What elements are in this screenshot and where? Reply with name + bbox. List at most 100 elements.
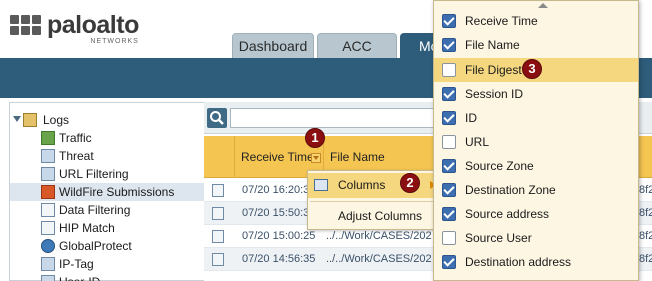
- column-option-file-name[interactable]: File Name: [434, 33, 638, 57]
- log-detail-icon[interactable]: [212, 184, 224, 197]
- column-option-label: Receive Time: [465, 14, 538, 28]
- column-option-label: Destination address: [465, 255, 572, 269]
- log-tree-panel: Logs Traffic Threat URL Filtering WildFi…: [9, 102, 205, 281]
- tree-item-data-filtering[interactable]: Data Filtering: [10, 201, 205, 219]
- cell-peek: 8f2: [639, 207, 652, 219]
- cell-receive-time: 07/20 16:20:3: [242, 184, 310, 196]
- columns-submenu: Receive Time File Name File Digest Session …: [433, 0, 639, 281]
- checkbox[interactable]: [442, 159, 456, 173]
- globe-icon: [41, 239, 55, 253]
- checkbox[interactable]: [442, 111, 456, 125]
- tree-item-label: Traffic: [59, 131, 92, 145]
- logs-folder-icon: [23, 113, 37, 127]
- tree-item-label: URL Filtering: [59, 167, 129, 181]
- tree-item-url-filtering[interactable]: URL Filtering: [10, 165, 205, 183]
- tree-item-wildfire-submissions[interactable]: WildFire Submissions: [10, 183, 205, 201]
- brand-name: paloalto: [47, 11, 139, 39]
- column-option-id[interactable]: ID: [434, 106, 638, 130]
- tree-item-label: WildFire Submissions: [59, 185, 175, 199]
- column-option-session-id[interactable]: Session ID: [434, 82, 638, 106]
- cell-file-name: ../../Work/CASES/202: [326, 253, 432, 265]
- tree-item-label: Logs: [43, 113, 70, 127]
- column-option-label: Session ID: [465, 87, 524, 101]
- column-option-source-user[interactable]: Source User: [434, 226, 638, 250]
- threat-icon: [41, 149, 55, 163]
- checkbox[interactable]: [442, 38, 456, 52]
- tag-icon: [41, 257, 55, 271]
- column-option-source-address[interactable]: Source address: [434, 202, 638, 226]
- tree-item-threat[interactable]: Threat: [10, 147, 205, 165]
- log-detail-icon[interactable]: [212, 230, 224, 243]
- firewall-web-ui: paloalto NETWORKS Dashboard ACC Mo Logs …: [0, 0, 652, 281]
- column-option-label: Source Zone: [465, 159, 534, 173]
- tree-item-user-id[interactable]: User-ID: [10, 273, 205, 281]
- checkbox[interactable]: [442, 135, 456, 149]
- callout-badge-2: 2: [400, 173, 420, 193]
- column-option-destination-zone[interactable]: Destination Zone: [434, 178, 638, 202]
- cell-receive-time: 07/20 14:56:35: [242, 253, 316, 265]
- cell-peek: 8f2: [639, 253, 652, 265]
- tree-item-label: HIP Match: [59, 221, 115, 235]
- cell-receive-time: 07/20 15:00:25: [242, 230, 316, 242]
- url-filter-icon: [41, 167, 55, 181]
- expand-arrow-icon[interactable]: [13, 116, 21, 122]
- tree-item-label: GlobalProtect: [59, 239, 132, 253]
- column-option-label: ID: [465, 111, 477, 125]
- column-divider: [234, 136, 235, 178]
- brand-subtitle: NETWORKS: [90, 38, 139, 45]
- brand-logo: paloalto NETWORKS: [10, 13, 139, 45]
- scroll-up-arrow-icon[interactable]: [538, 3, 548, 8]
- tree-item-hip-match[interactable]: HIP Match: [10, 219, 205, 237]
- checkbox[interactable]: [442, 63, 456, 77]
- column-option-label: Source address: [465, 207, 550, 221]
- column-menu-arrow-icon[interactable]: [311, 153, 321, 163]
- tree-item-label: User-ID: [59, 273, 100, 281]
- checkbox[interactable]: [442, 255, 456, 269]
- tree-item-label: IP-Tag: [59, 257, 94, 271]
- column-option-url[interactable]: URL: [434, 130, 638, 154]
- callout-badge-3: 3: [522, 59, 542, 79]
- data-filter-icon: [41, 203, 55, 217]
- menu-divider: [310, 201, 437, 202]
- column-option-source-zone[interactable]: Source Zone: [434, 154, 638, 178]
- cell-receive-time: 07/20 15:50:3: [242, 207, 310, 219]
- search-icon[interactable]: [207, 108, 227, 128]
- checkbox[interactable]: [442, 183, 456, 197]
- cell-peek: 8f2: [639, 230, 652, 242]
- tree-item-label: Data Filtering: [59, 203, 131, 217]
- logo-mark-icon: [10, 15, 41, 35]
- column-option-label: URL: [465, 135, 490, 149]
- checkbox[interactable]: [442, 207, 456, 221]
- column-option-destination-address[interactable]: Destination address: [434, 250, 638, 274]
- menu-item-label: Adjust Columns: [338, 209, 423, 223]
- tree-item-traffic[interactable]: Traffic: [10, 129, 205, 147]
- column-option-label: Destination Zone: [465, 183, 556, 197]
- column-context-menu: Columns Adjust Columns: [307, 170, 440, 230]
- checkbox[interactable]: [442, 231, 456, 245]
- filter-input[interactable]: [230, 108, 450, 128]
- log-detail-icon[interactable]: [212, 207, 224, 220]
- tree-item-logs[interactable]: Logs: [10, 111, 205, 129]
- traffic-icon: [41, 131, 55, 145]
- callout-badge-1: 1: [305, 128, 325, 148]
- menu-item-adjust-columns[interactable]: Adjust Columns: [308, 204, 439, 229]
- column-option-label: File Digest: [465, 63, 522, 77]
- tab-dashboard[interactable]: Dashboard: [232, 33, 314, 58]
- log-detail-icon[interactable]: [212, 253, 224, 266]
- column-option-label: File Name: [465, 38, 520, 52]
- checkbox[interactable]: [442, 14, 456, 28]
- grid-overflow-cells: 8f2 8f2 8f2 8f2: [639, 179, 652, 275]
- tree-item-ip-tag[interactable]: IP-Tag: [10, 255, 205, 273]
- column-option-receive-time[interactable]: Receive Time: [434, 9, 638, 33]
- tab-acc[interactable]: ACC: [317, 33, 397, 58]
- menu-item-label: Columns: [338, 178, 386, 192]
- wildfire-icon: [41, 185, 55, 199]
- column-header-receive-time[interactable]: Receive Time: [241, 136, 314, 178]
- cell-peek: 8f2: [639, 184, 652, 196]
- tree-item-label: Threat: [59, 149, 94, 163]
- checkbox[interactable]: [442, 87, 456, 101]
- column-option-label: Source User: [465, 231, 532, 245]
- tree-item-globalprotect[interactable]: GlobalProtect: [10, 237, 205, 255]
- columns-icon: [314, 179, 328, 191]
- user-id-icon: [41, 275, 55, 281]
